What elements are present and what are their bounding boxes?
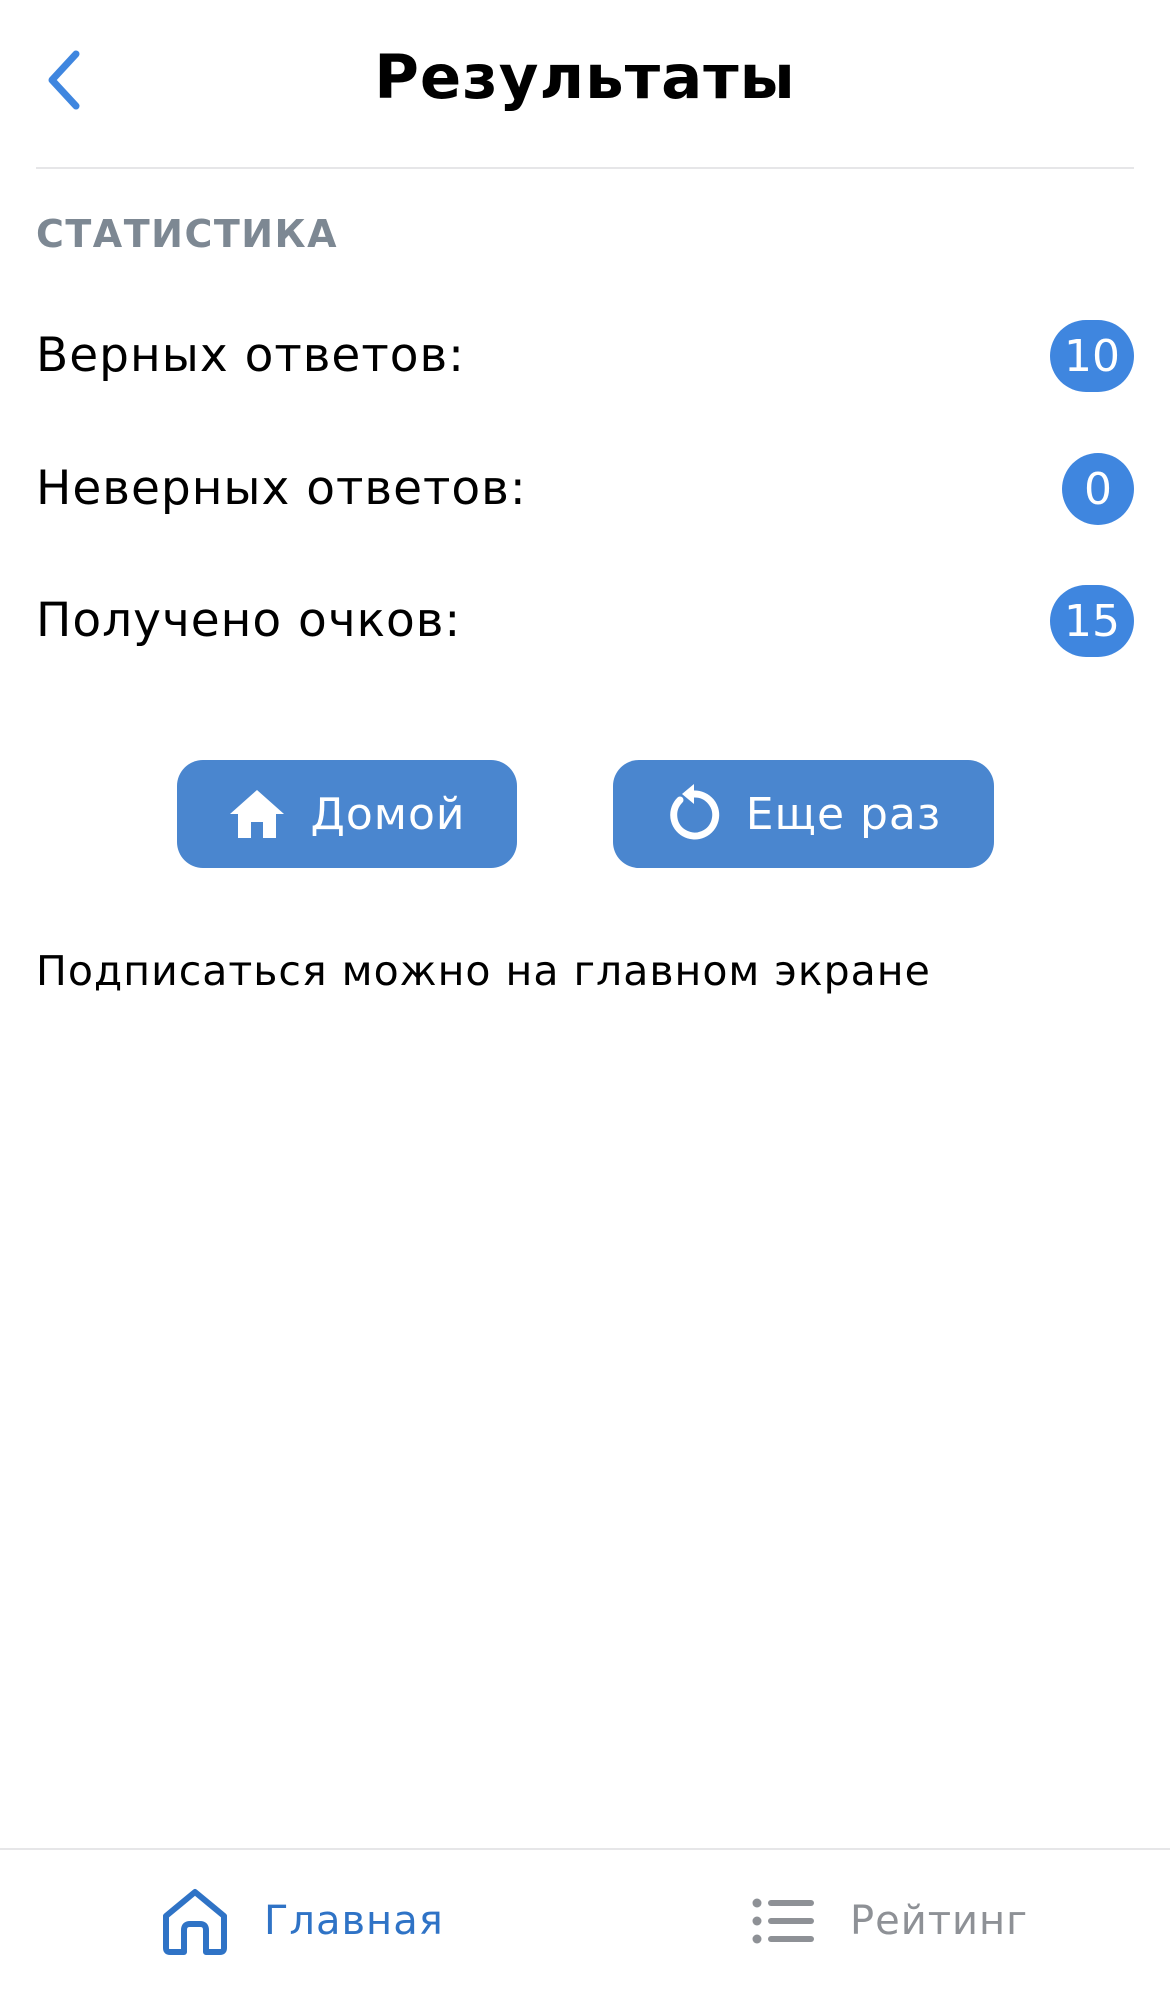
retry-button[interactable]: Еще раз	[613, 760, 994, 868]
header-divider	[36, 167, 1134, 169]
stat-label: Неверных ответов:	[36, 461, 527, 516]
stat-badge: 15	[1050, 585, 1134, 657]
stat-badge: 10	[1050, 320, 1134, 392]
page-title: Результаты	[374, 42, 796, 113]
home-button[interactable]: Домой	[177, 760, 517, 868]
stat-row-correct: Верных ответов: 10	[36, 316, 1134, 396]
results-screen: Результаты СТАТИСТИКА Верных ответов: 10…	[0, 0, 1170, 1992]
tab-home-label: Главная	[264, 1898, 444, 1944]
stat-badge: 0	[1062, 453, 1134, 525]
action-buttons: Домой Еще раз	[0, 760, 1170, 868]
retry-button-label: Еще раз	[745, 788, 942, 840]
header: Результаты	[0, 0, 1170, 169]
home-button-label: Домой	[310, 788, 466, 840]
section-title: СТАТИСТИКА	[36, 212, 339, 256]
stat-row-incorrect: Неверных ответов: 0	[36, 449, 1134, 529]
tab-rating-label: Рейтинг	[850, 1898, 1029, 1944]
subscribe-hint: Подписаться можно на главном экране	[36, 947, 931, 995]
retry-icon	[666, 784, 722, 844]
list-icon	[752, 1897, 816, 1945]
stat-label: Получено очков:	[36, 593, 462, 648]
stat-row-points: Получено очков: 15	[36, 581, 1134, 661]
stat-label: Верных ответов:	[36, 328, 466, 383]
tab-home[interactable]: Главная	[160, 1850, 444, 1992]
home-icon	[228, 788, 286, 840]
home-outline-icon	[160, 1886, 230, 1956]
tab-rating[interactable]: Рейтинг	[752, 1850, 1028, 1992]
tab-bar: Главная Рейтинг	[0, 1848, 1170, 1992]
